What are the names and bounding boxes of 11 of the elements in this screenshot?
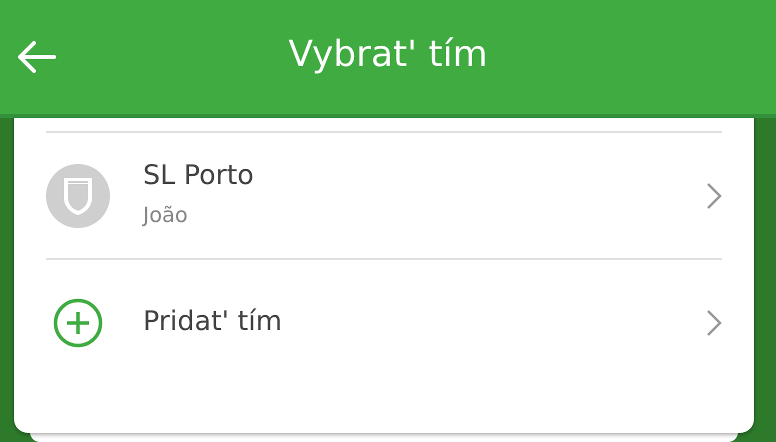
shield-icon [46, 164, 110, 228]
add-team-row[interactable]: Pridat' tím [46, 258, 722, 385]
screen-title: Vybrat' tím [288, 33, 488, 77]
team-row[interactable]: SL Porto João [46, 131, 722, 258]
chevron-right-icon [706, 308, 722, 336]
chevron-right-icon [706, 182, 722, 210]
back-icon[interactable] [16, 40, 56, 74]
team-name: SL Porto [143, 160, 254, 192]
add-icon [53, 298, 103, 348]
add-team-label: Pridat' tím [143, 306, 282, 339]
team-owner: João [143, 202, 189, 229]
